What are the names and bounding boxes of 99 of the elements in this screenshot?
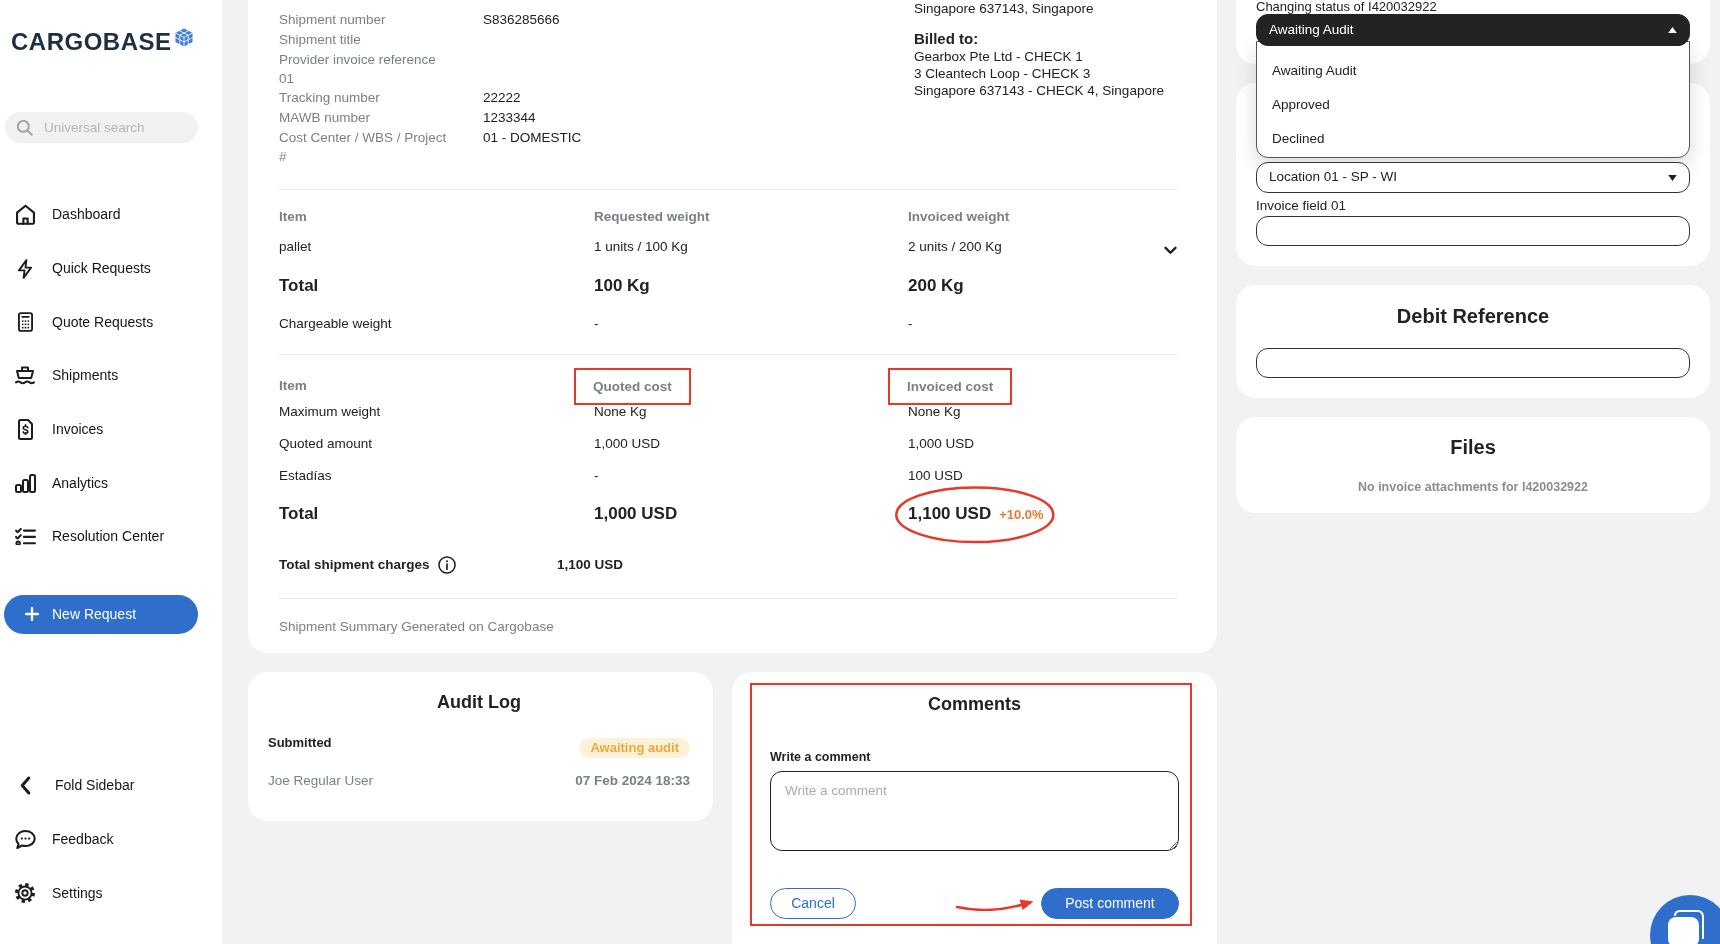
detail-label: Shipment title bbox=[279, 31, 362, 49]
team-select[interactable]: Location 01 - SP - WI bbox=[1256, 162, 1690, 193]
table-cell-text: Maximum weight bbox=[279, 402, 381, 421]
lightning-icon bbox=[18, 258, 32, 279]
sidebar-item[interactable]: Shipments bbox=[0, 349, 222, 403]
address-line: Singapore 637143 - CHECK 4, Singapore bbox=[914, 82, 1164, 99]
field-label: Invoice field 01 bbox=[1256, 198, 1348, 214]
table-cell-text: None Kg bbox=[594, 402, 647, 421]
table-cell-text: - bbox=[594, 315, 599, 334]
cancel-button[interactable]: Cancel bbox=[770, 888, 856, 920]
search-icon bbox=[17, 119, 33, 136]
chevron-left-icon bbox=[19, 776, 31, 796]
sidebar-item[interactable]: Feedback bbox=[0, 812, 222, 867]
table-cell-text: Quoted amount bbox=[279, 434, 373, 453]
sidebar-item[interactable]: Quick Requests bbox=[0, 241, 222, 296]
detail-label: Tracking number bbox=[279, 89, 381, 107]
sidebar-item[interactable]: Invoices bbox=[0, 402, 222, 457]
brand-name: CARGOBASE bbox=[11, 28, 172, 56]
column-header: Requested weight bbox=[594, 207, 710, 226]
sidebar-item[interactable]: Quote Requests bbox=[0, 295, 222, 350]
cube-logo-icon bbox=[174, 27, 193, 47]
address-line: Singapore 637143, Singapore bbox=[914, 0, 1095, 17]
comment-input[interactable]: Write a comment bbox=[770, 771, 1179, 852]
table-cell-text: 100 USD bbox=[908, 466, 963, 485]
calculator-icon bbox=[17, 312, 33, 333]
sidebar-item[interactable]: Settings bbox=[0, 866, 222, 920]
sidebar-item[interactable]: Analytics bbox=[0, 456, 222, 511]
detail-value: 22222 bbox=[483, 89, 521, 107]
plus-icon bbox=[25, 607, 39, 622]
charges-label: Total shipment charges bbox=[279, 555, 430, 574]
card-title: Files bbox=[1450, 436, 1496, 459]
sidebar-item[interactable]: Dashboard bbox=[0, 188, 222, 242]
dropdown-option[interactable]: Declined bbox=[1257, 122, 1689, 156]
table-cell-text: pallet bbox=[279, 238, 312, 257]
column-header: Quoted cost bbox=[593, 378, 672, 395]
status-label: Changing status of I420032922 bbox=[1256, 0, 1438, 14]
chat-button[interactable] bbox=[1650, 895, 1720, 944]
column-header: Invoiced weight bbox=[908, 207, 1010, 226]
post-comment-button[interactable]: Post comment bbox=[1041, 888, 1179, 920]
detail-label: Cost Center / WBS / Project # bbox=[279, 129, 448, 166]
dropdown-option[interactable]: Approved bbox=[1257, 88, 1689, 122]
table-cell-text: 100 Kg bbox=[594, 275, 650, 298]
caret-up-icon bbox=[1668, 27, 1677, 33]
empty-message: No invoice attachments for I420032922 bbox=[1358, 479, 1588, 494]
table-cell-text: 1,000 USD bbox=[594, 434, 661, 453]
detail-label: Shipment number bbox=[279, 11, 387, 29]
address-line: Gearbox Pte Ltd - CHECK 1 bbox=[914, 48, 1084, 65]
table-cell-text: - bbox=[908, 315, 913, 334]
settings-icon bbox=[15, 883, 35, 904]
table-cell-text: - bbox=[594, 466, 599, 485]
dropdown-option[interactable]: Awaiting Audit bbox=[1257, 54, 1689, 88]
billed-to-title: Billed to: bbox=[914, 29, 980, 48]
detail-value: 01 - DOMESTIC bbox=[483, 129, 582, 147]
percent-change: +10.0% bbox=[999, 506, 1044, 525]
address-line: 3 Cleantech Loop - CHECK 3 bbox=[914, 65, 1092, 82]
detail-label: Provider invoice reference 01 bbox=[279, 51, 437, 88]
card-title: Audit Log bbox=[437, 692, 521, 712]
footer-note: Shipment Summary Generated on Cargobase bbox=[279, 619, 554, 634]
table-cell-text: 1,100 USD bbox=[908, 503, 992, 526]
ship-icon bbox=[15, 366, 35, 386]
table-cell-text: 1,000 USD bbox=[908, 434, 975, 453]
detail-value: S836285666 bbox=[483, 11, 560, 29]
column-header: Item bbox=[279, 207, 307, 226]
audit-timestamp: 07 Feb 2024 18:33 bbox=[575, 773, 690, 790]
status-select[interactable]: Awaiting Audit bbox=[1256, 14, 1690, 46]
table-cell-text: 1 units / 100 Kg bbox=[594, 238, 688, 257]
detail-value: 1233344 bbox=[483, 109, 536, 127]
dollar-document-icon bbox=[17, 419, 33, 441]
audit-user: Joe Regular User bbox=[268, 773, 374, 790]
home-icon bbox=[15, 204, 35, 226]
invoice-field-input[interactable] bbox=[1256, 216, 1690, 246]
table-cell-text: None Kg bbox=[908, 402, 961, 421]
table-cell-text: Total bbox=[279, 503, 319, 526]
field-label: Write a comment bbox=[770, 749, 872, 766]
info-icon[interactable] bbox=[437, 556, 456, 574]
speech-bubble-icon bbox=[14, 829, 36, 849]
detail-label: MAWB number bbox=[279, 109, 372, 127]
column-header: Item bbox=[279, 377, 307, 396]
debit-reference-input[interactable] bbox=[1256, 348, 1690, 379]
checklist-icon bbox=[14, 528, 36, 546]
table-cell-text: Total bbox=[279, 275, 319, 298]
column-header: Invoiced cost bbox=[907, 378, 994, 395]
caret-down-icon bbox=[1668, 174, 1677, 181]
new-request-button[interactable]: New Request bbox=[4, 594, 198, 634]
chevron-down-icon[interactable] bbox=[1164, 246, 1177, 255]
charges-value: 1,100 USD bbox=[557, 555, 624, 574]
table-cell-text: Estadías bbox=[279, 466, 332, 485]
table-cell-text: Chargeable weight bbox=[279, 315, 392, 334]
audit-action: Submitted bbox=[268, 735, 332, 752]
table-cell-text: 2 units / 200 Kg bbox=[908, 238, 1002, 257]
table-cell-text: 1,000 USD bbox=[594, 503, 678, 526]
sidebar-item[interactable]: Resolution Center bbox=[0, 510, 222, 564]
status-badge: Awaiting audit bbox=[579, 738, 690, 759]
search-field[interactable]: Universal search bbox=[5, 112, 198, 143]
table-cell-text: 200 Kg bbox=[908, 275, 964, 298]
bar-chart-icon bbox=[14, 473, 36, 493]
card-title: Comments bbox=[928, 694, 1021, 714]
sidebar-item[interactable]: Fold Sidebar bbox=[0, 758, 222, 813]
card-title: Debit Reference bbox=[1396, 305, 1550, 327]
